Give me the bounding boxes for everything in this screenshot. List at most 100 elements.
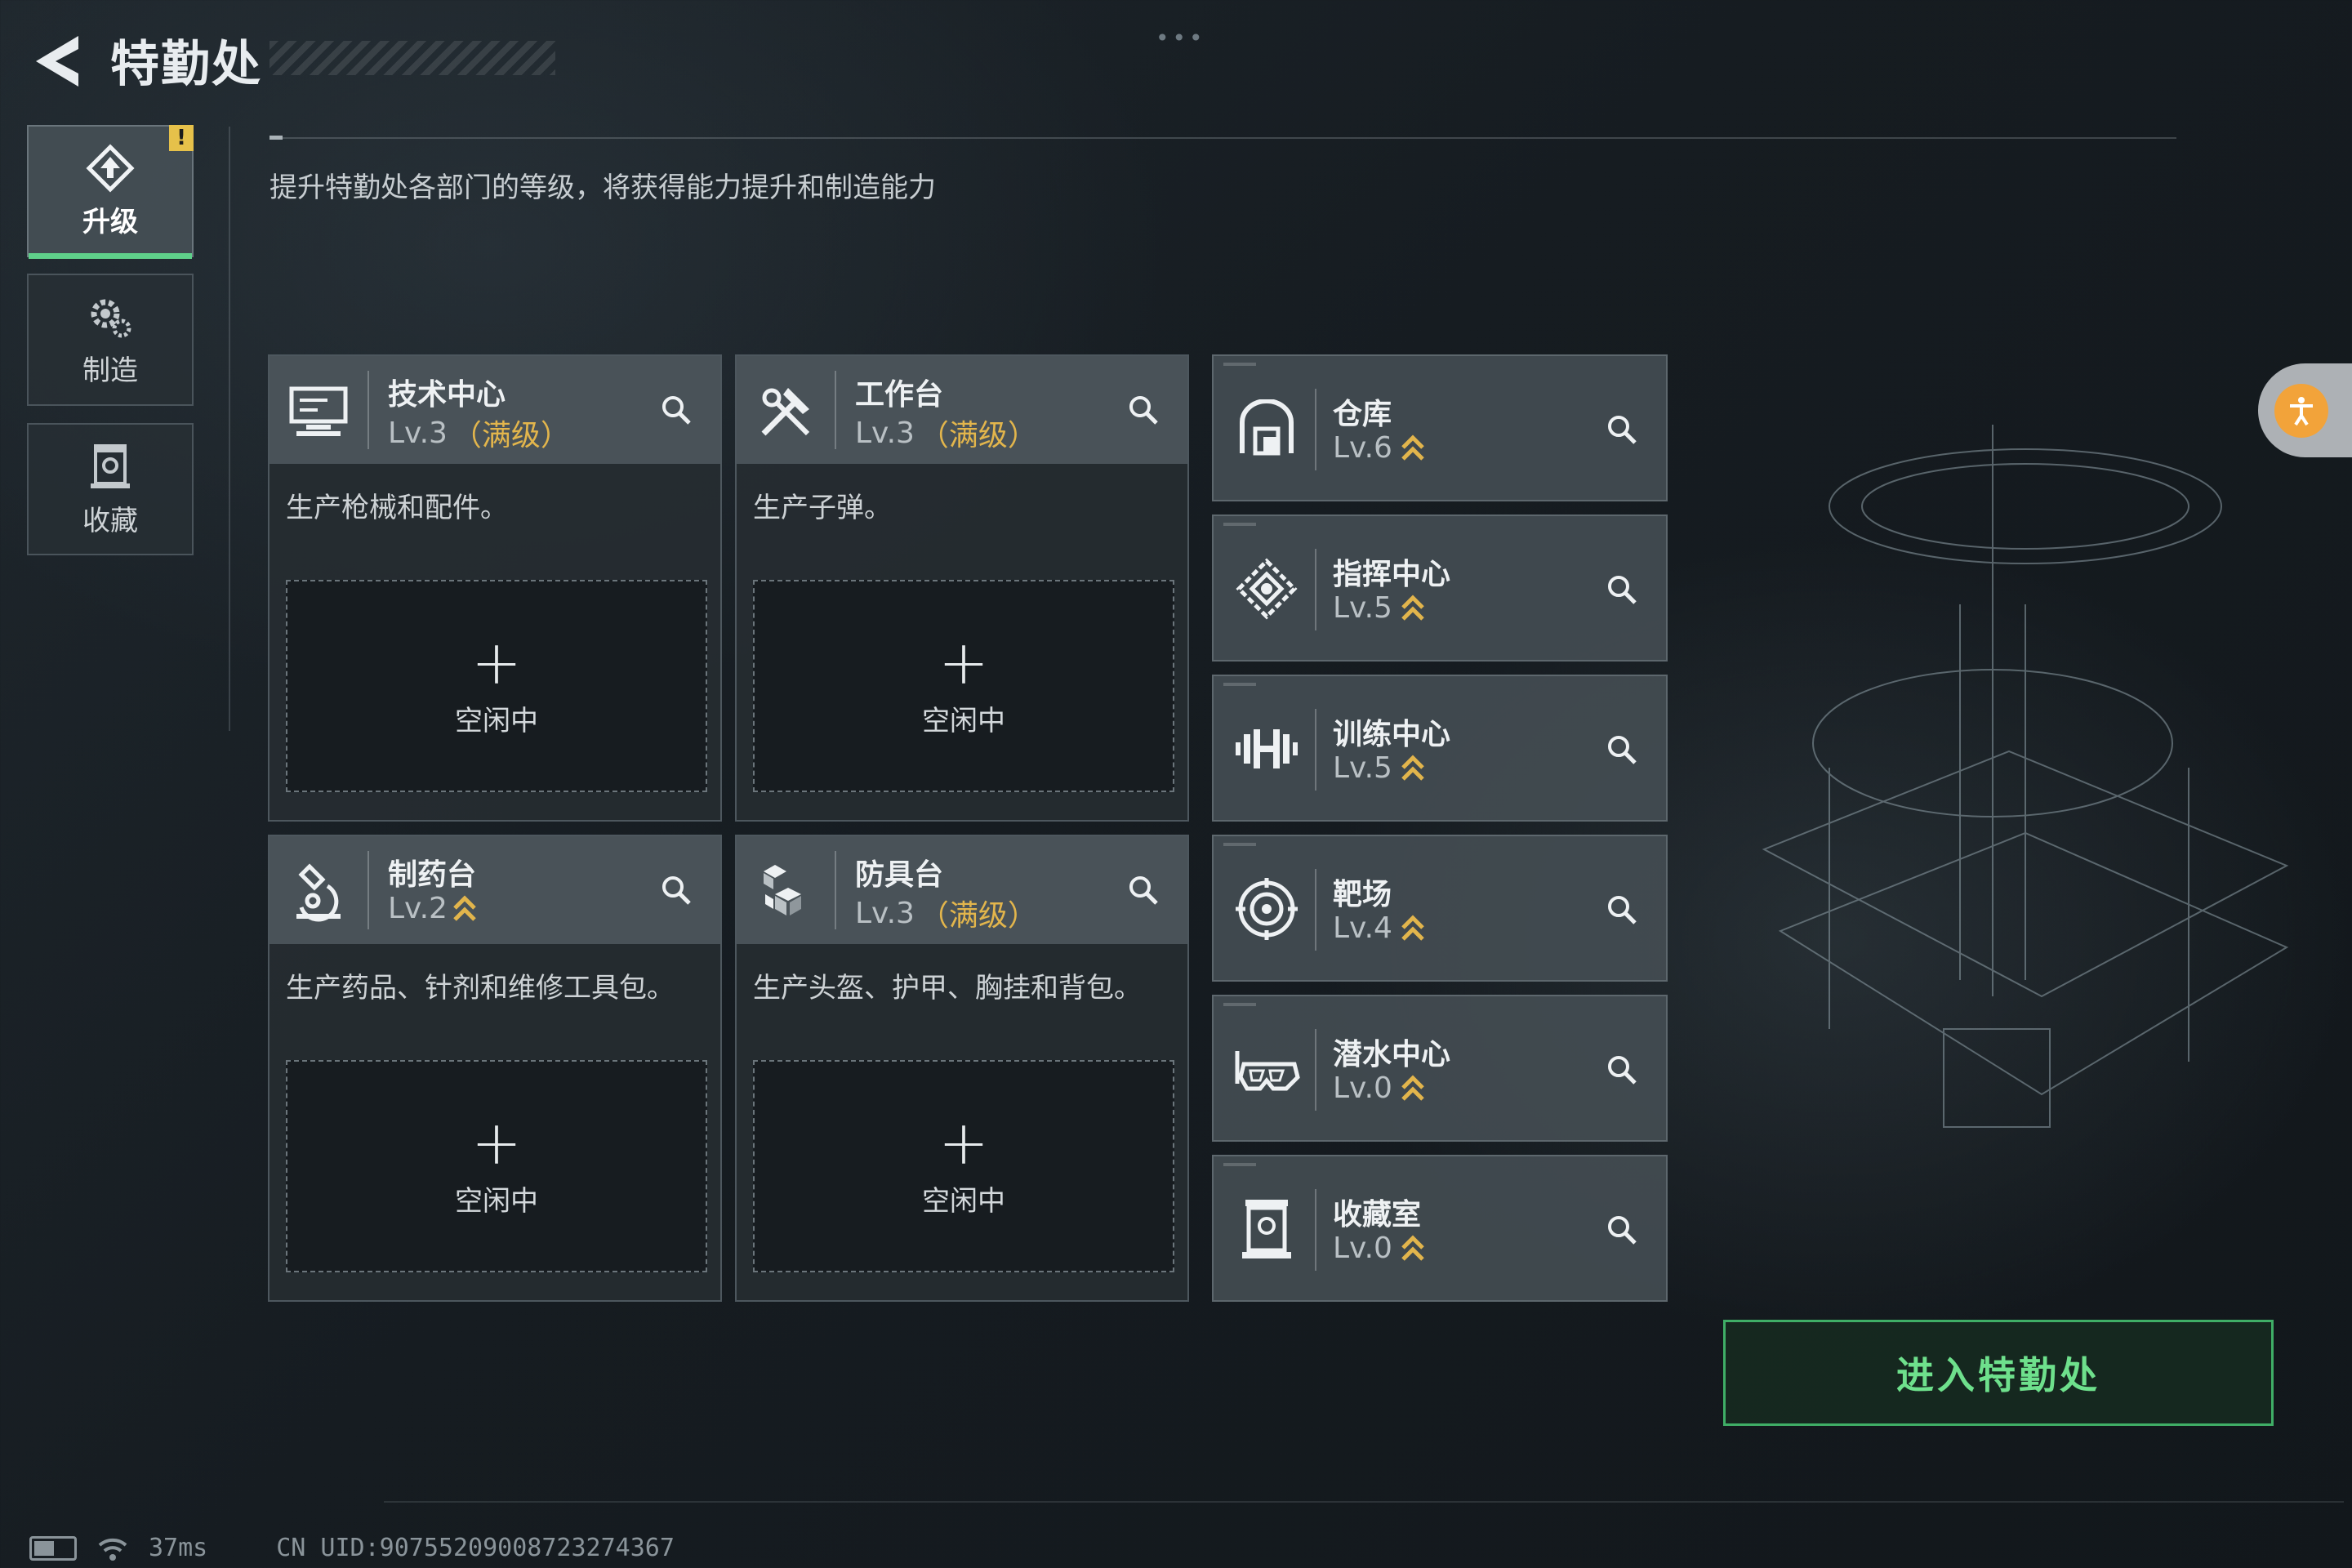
search-button[interactable]: [1597, 405, 1646, 454]
level-value: Lv.3: [855, 896, 915, 930]
level-label: Lv.2: [388, 892, 477, 925]
production-card-tech-center: 技术中心 Lv.3 （满级） 生产枪械和配件。 + 空闲中: [268, 354, 722, 822]
search-icon: [1608, 576, 1637, 604]
search-button[interactable]: [1597, 565, 1646, 614]
card-divider: [1315, 1029, 1316, 1111]
level-label: Lv.0: [1333, 1232, 1425, 1265]
slot-status: 空闲中: [455, 704, 538, 737]
armor-blocks-icon: [751, 858, 820, 926]
max-level-tag: （满级）: [452, 419, 570, 452]
user-uid: CN UID:9075520900872327436​7: [276, 1534, 675, 1562]
title-decoration: [270, 41, 555, 75]
diving-mask-icon: [1230, 1032, 1303, 1106]
tab-label: 制造: [82, 354, 138, 387]
collection-icon: [91, 443, 130, 488]
computer-icon: [284, 377, 353, 446]
level-value: Lv.3: [855, 416, 915, 450]
production-card-armor: 防具台 Lv.3 （满级） 生产头盔、护甲、胸挂和背包。 + 空闲中: [735, 835, 1189, 1302]
card-divider: [1315, 869, 1316, 951]
target-icon: [1230, 872, 1303, 946]
add-icon: +: [938, 1107, 989, 1178]
command-icon: [1230, 552, 1303, 626]
accessibility-icon: [2274, 383, 2328, 438]
slot-status: 空闲中: [455, 1184, 538, 1218]
facility-card-collection-room[interactable]: 收藏室 Lv.0: [1212, 1155, 1668, 1302]
accessibility-button[interactable]: [2258, 363, 2352, 457]
card-header: 防具台 Lv.3 （满级）: [737, 836, 1187, 944]
facility-name: 收藏室: [1333, 1198, 1422, 1232]
level-value: Lv.5: [1333, 591, 1392, 625]
level-label: Lv.3 （满级）: [855, 412, 1037, 454]
level-value: Lv.0: [1333, 1071, 1392, 1105]
enter-headquarters-button[interactable]: 进入特勤处: [1723, 1320, 2274, 1426]
max-level-tag: （满级）: [919, 419, 1037, 452]
facility-name: 靶场: [1333, 878, 1392, 911]
production-slot[interactable]: + 空闲中: [753, 580, 1174, 792]
level-value: Lv.2: [388, 892, 448, 925]
search-icon: [1608, 416, 1637, 444]
level-label: Lv.4: [1333, 911, 1425, 945]
facility-card-command-center[interactable]: 指挥中心 Lv.5: [1212, 514, 1668, 662]
facility-card-diving-center[interactable]: 潜水中心 Lv.0: [1212, 995, 1668, 1142]
upgrade-icon: [86, 143, 135, 193]
level-label: Lv.3 （满级）: [388, 412, 570, 454]
back-arrow-icon: [36, 36, 78, 87]
card-title: 工作台: [855, 378, 944, 412]
tab-label: 收藏: [82, 504, 138, 537]
facility-name: 潜水中心: [1333, 1038, 1451, 1071]
card-description: 生产枪械和配件。: [286, 492, 508, 524]
tab-collect[interactable]: 收藏: [27, 423, 194, 555]
search-button[interactable]: [1119, 866, 1168, 915]
search-icon: [1129, 876, 1158, 905]
card-description: 生产子弹。: [753, 492, 892, 524]
upgrade-available-icon: [1401, 914, 1424, 941]
card-title: 技术中心: [388, 378, 506, 412]
facility-card-training-center[interactable]: 训练中心 Lv.5: [1212, 675, 1668, 822]
search-button[interactable]: [1597, 725, 1646, 774]
header-divider: [835, 851, 836, 929]
production-slot[interactable]: + 空闲中: [753, 1060, 1174, 1272]
level-label: Lv.6: [1333, 431, 1425, 465]
facility-card-warehouse[interactable]: 仓库 Lv.6: [1212, 354, 1668, 501]
wifi-icon: [98, 1538, 127, 1561]
header-divider: [368, 851, 369, 929]
production-slot[interactable]: + 空闲中: [286, 580, 707, 792]
search-button[interactable]: [652, 385, 701, 434]
search-button[interactable]: [1119, 385, 1168, 434]
slot-status: 空闲中: [922, 1184, 1005, 1218]
microscope-icon: [284, 858, 353, 926]
bottom-divider: [384, 1501, 2344, 1503]
search-button[interactable]: [1597, 1045, 1646, 1094]
add-icon: +: [470, 1107, 522, 1178]
search-icon: [1608, 1216, 1637, 1245]
production-card-pharmacy: 制药台 Lv.2 生产药品、针剂和维修工具包。 + 空闲中: [268, 835, 722, 1302]
page-description: 提升特勤处各部门的等级，将获得能力提升和制造能力: [270, 172, 936, 204]
production-slot[interactable]: + 空闲中: [286, 1060, 707, 1272]
headquarters-building-illustration: [1762, 425, 2289, 1128]
level-label: Lv.3 （满级）: [855, 892, 1037, 934]
card-title: 防具台: [855, 858, 944, 892]
card-description: 生产药品、针剂和维修工具包。: [286, 972, 675, 1004]
search-button[interactable]: [1597, 885, 1646, 934]
search-button[interactable]: [652, 866, 701, 915]
facility-name: 训练中心: [1333, 718, 1451, 751]
display-case-icon: [1230, 1192, 1303, 1266]
back-button[interactable]: [24, 24, 90, 98]
search-icon: [1608, 1056, 1637, 1085]
top-divider: [270, 137, 2176, 139]
ping-value: 37ms: [149, 1534, 208, 1562]
card-title: 制药台: [388, 858, 477, 892]
more-indicator[interactable]: •••: [1156, 24, 1206, 51]
add-icon: +: [470, 627, 522, 698]
tab-upgrade[interactable]: ! 升级: [27, 125, 194, 259]
level-value: Lv.5: [1333, 751, 1392, 785]
page-title: 特勤处: [110, 36, 262, 93]
max-level-tag: （满级）: [919, 899, 1037, 933]
tab-craft[interactable]: 制造: [27, 274, 194, 406]
add-icon: +: [938, 627, 989, 698]
search-button[interactable]: [1597, 1205, 1646, 1254]
facility-card-shooting-range[interactable]: 靶场 Lv.4: [1212, 835, 1668, 982]
card-divider: [1315, 549, 1316, 630]
level-value: Lv.4: [1333, 911, 1392, 945]
enter-button-label: 进入特勤处: [1896, 1353, 2100, 1397]
